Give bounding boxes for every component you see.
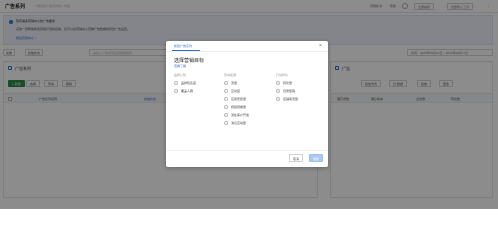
radio-button[interactable] xyxy=(174,89,178,93)
new-campaign-dialog: 新建广告系列 × 选择营销目标 查看了解 品牌认知 品牌知名度 覆盖人群 意向拓… xyxy=(166,41,328,167)
option-label: 潜在客户开发 xyxy=(231,113,250,117)
objective-option[interactable]: 覆盖人群 xyxy=(174,89,224,94)
cancel-button[interactable]: 取消 xyxy=(289,154,304,162)
footer-divider xyxy=(166,150,328,151)
header-divider xyxy=(166,51,328,52)
radio-button[interactable] xyxy=(276,97,280,101)
objective-option[interactable]: 转化量 xyxy=(276,81,324,86)
option-label: 流量 xyxy=(231,81,238,85)
option-label: 应用安装量 xyxy=(231,97,247,101)
continue-button[interactable]: 继续 xyxy=(309,154,323,162)
radio-button[interactable] xyxy=(224,105,228,109)
objective-option[interactable]: 流量 xyxy=(224,81,274,86)
option-label: 消息互动量 xyxy=(231,121,247,125)
radio-button[interactable] xyxy=(224,97,228,101)
dialog-heading: 选择营销目标 xyxy=(174,58,205,64)
radio-button[interactable] xyxy=(224,121,228,125)
objective-option[interactable]: 潜在客户开发 xyxy=(224,113,274,118)
objective-option[interactable]: 互动度 xyxy=(224,89,274,94)
radio-button[interactable] xyxy=(276,81,280,85)
radio-button[interactable] xyxy=(174,81,178,85)
option-label: 转化量 xyxy=(283,81,293,85)
radio-button[interactable] xyxy=(224,113,228,117)
objective-option[interactable]: 视频观看量 xyxy=(224,105,274,110)
option-label: 品牌知名度 xyxy=(181,81,197,85)
column-title-consideration: 意向拓展 xyxy=(224,73,237,77)
option-label: 店铺客流量 xyxy=(283,97,299,101)
option-label: 视频观看量 xyxy=(231,105,247,109)
close-icon[interactable]: × xyxy=(319,43,322,49)
column-title-awareness: 品牌认知 xyxy=(174,73,187,77)
radio-button[interactable] xyxy=(224,89,228,93)
option-label: 目录促销 xyxy=(283,89,296,93)
objective-option[interactable]: 消息互动量 xyxy=(224,121,274,126)
learn-more-link[interactable]: 查看了解 xyxy=(174,64,186,68)
objective-option[interactable]: 目录促销 xyxy=(276,89,324,94)
objective-option[interactable]: 店铺客流量 xyxy=(276,97,324,102)
option-label: 互动度 xyxy=(231,89,241,93)
option-label: 覆盖人群 xyxy=(181,89,194,93)
objective-option[interactable]: 应用安装量 xyxy=(224,97,274,102)
radio-button[interactable] xyxy=(276,89,280,93)
tab-new-campaign[interactable]: 新建广告系列 xyxy=(174,44,192,48)
radio-button[interactable] xyxy=(224,81,228,85)
column-title-conversion: 行动转化 xyxy=(276,73,289,77)
objective-option[interactable]: 品牌知名度 xyxy=(174,81,224,86)
